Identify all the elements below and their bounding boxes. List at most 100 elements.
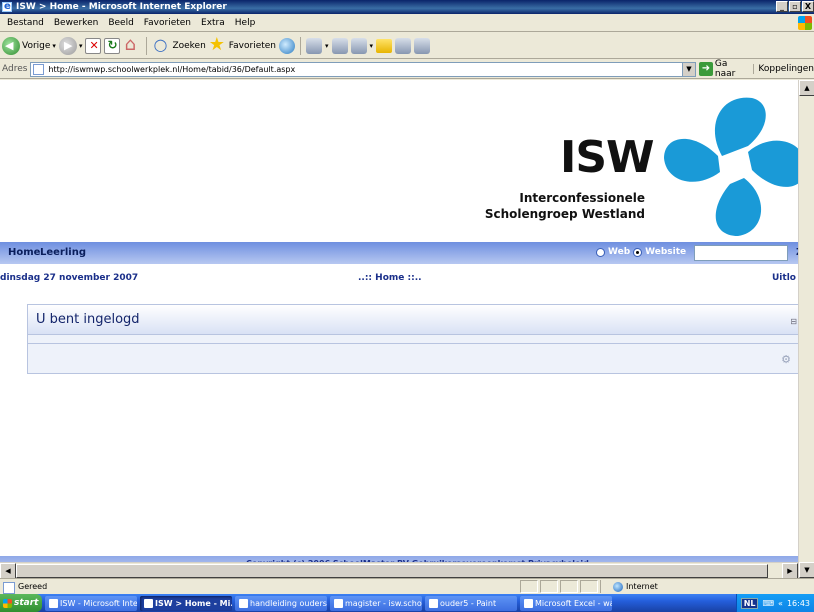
research-icon[interactable]	[395, 37, 412, 54]
folder-icon[interactable]	[376, 38, 393, 53]
task-item-excel[interactable]: Microsoft Excel - wa...	[520, 595, 612, 611]
panel-header: U bent ingelogd ⊟	[28, 305, 799, 335]
zone-label: Internet	[626, 582, 658, 591]
panel-title: U bent ingelogd	[36, 312, 140, 327]
edit-icon[interactable]	[350, 37, 367, 54]
nav-home[interactable]: Home	[8, 247, 40, 258]
isw-logo-text: ISW	[560, 132, 655, 183]
nav-leerling[interactable]: Leerling	[40, 247, 86, 258]
refresh-icon[interactable]	[104, 37, 121, 54]
chevron-down-icon[interactable]: ▾	[52, 42, 56, 50]
system-tray: NL ⌨ « 16:43	[735, 594, 814, 612]
scroll-down-icon[interactable]: ▼	[799, 562, 814, 578]
collapse-icon[interactable]: ⊟	[790, 317, 797, 326]
messenger-icon[interactable]	[414, 37, 431, 54]
home-icon[interactable]	[123, 34, 141, 55]
panel-divider	[28, 336, 799, 344]
task-item-ie2[interactable]: ISW > Home - Mi...	[140, 595, 232, 611]
search-icon	[152, 35, 170, 55]
scroll-up-icon[interactable]: ▲	[799, 80, 814, 96]
menu-bestand[interactable]: Bestand	[2, 18, 49, 28]
security-zone[interactable]: Internet	[600, 580, 658, 593]
go-arrow-icon: ➜	[698, 62, 713, 76]
back-label: Vorige	[22, 40, 51, 51]
task-item-ie1[interactable]: ISW - Microsoft Inte...	[45, 595, 137, 611]
status-cell	[580, 580, 598, 593]
menu-help[interactable]: Help	[230, 18, 261, 28]
keyboard-icon[interactable]: ⌨	[762, 599, 774, 608]
task-item-paint[interactable]: ouder5 - Paint	[425, 595, 517, 611]
back-button[interactable]: Vorige ▾	[2, 36, 56, 55]
address-url: http://iswmwp.schoolwerkplek.nl/Home/tab…	[48, 64, 296, 74]
back-arrow-icon	[2, 36, 20, 55]
site-search-input[interactable]	[694, 245, 788, 261]
search-button[interactable]: Zoeken	[152, 35, 205, 55]
forward-button[interactable]: ▾	[58, 36, 83, 55]
info-bar: dinsdag 27 november 2007 ..:: Home ::.. …	[0, 264, 800, 288]
standard-toolbar: Vorige ▾ ▾ Zoeken Favorieten ▾ ▾	[0, 33, 814, 59]
paint-icon	[429, 598, 438, 608]
breadcrumb[interactable]: ..:: Home ::..	[358, 273, 422, 283]
excel-icon	[524, 598, 533, 608]
print-icon[interactable]	[331, 37, 348, 54]
go-button[interactable]: ➜ Ga naar	[698, 59, 750, 79]
ie-icon	[334, 598, 343, 608]
links-button[interactable]: Koppelingen	[753, 64, 814, 74]
stop-icon[interactable]	[85, 37, 102, 54]
radio-website[interactable]	[633, 247, 643, 257]
status-bar: Gereed Internet	[0, 578, 814, 594]
start-button[interactable]: start	[0, 594, 42, 612]
word-icon	[239, 598, 248, 608]
title-bar[interactable]: ISW > Home - Microsoft Internet Explorer…	[0, 0, 814, 14]
task-label: ISW - Microsoft Inte...	[60, 598, 137, 608]
task-label: ISW > Home - Mi...	[155, 598, 232, 608]
ie-icon	[144, 598, 153, 608]
menu-bewerken[interactable]: Bewerken	[49, 18, 103, 28]
menu-beeld[interactable]: Beeld	[103, 18, 138, 28]
task-label: Microsoft Excel - wa...	[535, 598, 612, 608]
panel-settings-icon[interactable]: ⚙	[781, 353, 791, 366]
horizontal-scrollbar[interactable]: ◀ ▶	[0, 562, 798, 579]
isw-flower-logo	[664, 97, 807, 236]
status-cell	[540, 580, 558, 593]
task-label: magister - isw.scho...	[345, 598, 422, 608]
window-controls: _ ▫ X	[776, 1, 814, 12]
windows-logo-icon	[798, 16, 812, 30]
vertical-scrollbar[interactable]: ▲ ▼	[798, 80, 814, 578]
task-item-magister[interactable]: magister - isw.scho...	[330, 595, 422, 611]
chevron-down-icon[interactable]: ▾	[325, 42, 329, 50]
minimize-button[interactable]: _	[776, 1, 788, 12]
ie-icon	[49, 598, 58, 608]
favorites-button[interactable]: Favorieten	[209, 34, 276, 55]
chevron-down-icon[interactable]: ▾	[79, 42, 83, 50]
tray-expand-icon[interactable]: «	[778, 599, 783, 608]
page-icon	[33, 63, 45, 75]
window-title: ISW > Home - Microsoft Internet Explorer	[16, 2, 227, 12]
media-icon[interactable]	[279, 37, 296, 54]
address-input[interactable]: http://iswmwp.schoolwerkplek.nl/Home/tab…	[30, 61, 696, 77]
chevron-down-icon[interactable]: ▾	[370, 42, 374, 50]
address-label: Adres	[2, 64, 28, 74]
address-dropdown-icon[interactable]: ▼	[681, 62, 695, 76]
status-cell	[560, 580, 578, 593]
logout-link[interactable]: Uitlo	[772, 273, 796, 283]
history-icon[interactable]	[306, 37, 323, 54]
menu-extra[interactable]: Extra	[196, 18, 230, 28]
radio-web-label: Web	[608, 247, 631, 257]
horizontal-scroll-thumb[interactable]	[16, 564, 768, 578]
language-indicator[interactable]: NL	[740, 597, 759, 609]
close-button[interactable]: X	[802, 1, 814, 12]
site-navbar: Home Leerling Web Website Zo	[0, 242, 810, 264]
scroll-right-icon[interactable]: ▶	[782, 563, 798, 579]
radio-web[interactable]	[596, 247, 605, 257]
task-item-word[interactable]: handleiding ouders -...	[235, 595, 327, 611]
scroll-left-icon[interactable]: ◀	[0, 563, 16, 579]
menu-favorieten[interactable]: Favorieten	[139, 18, 196, 28]
login-status-panel: U bent ingelogd ⊟ ⚙	[27, 304, 800, 374]
maximize-button[interactable]: ▫	[789, 1, 801, 12]
taskbar: start ISW - Microsoft Inte... ISW > Home…	[0, 594, 814, 612]
menu-bar: Bestand Bewerken Beeld Favorieten Extra …	[0, 14, 814, 32]
status-cell	[520, 580, 538, 593]
clock: 16:43	[786, 598, 810, 608]
start-label: start	[14, 598, 39, 608]
